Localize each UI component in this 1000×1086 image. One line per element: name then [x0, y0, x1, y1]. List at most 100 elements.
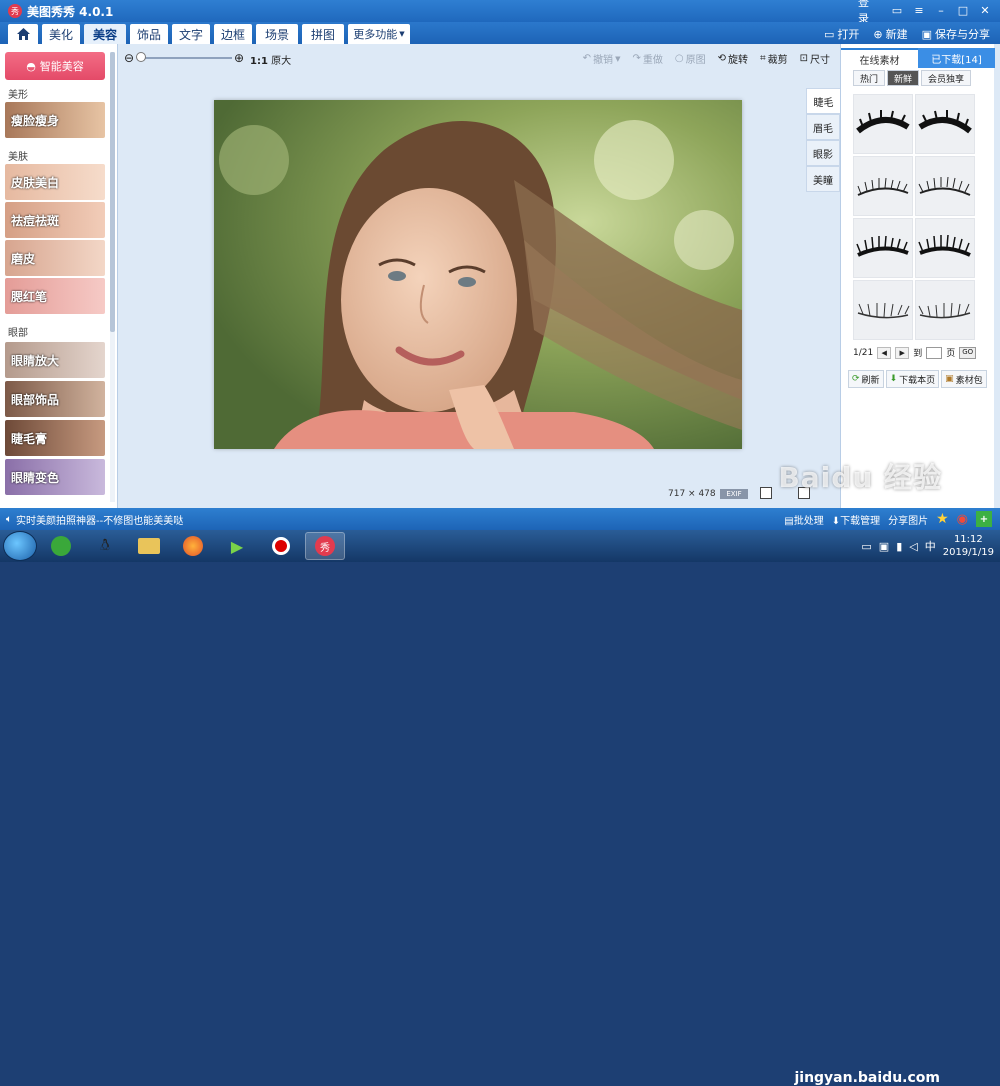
status-ad-link[interactable]: 实时美颜拍照神器--不修图也能美美哒 — [16, 512, 183, 527]
chip-hot[interactable]: 热门 — [853, 70, 886, 86]
vtab-eyeshadow[interactable]: 眼影 — [806, 140, 840, 166]
eyelash-item[interactable] — [853, 218, 913, 278]
eyelash-thumbnail — [857, 302, 910, 319]
download-page-button[interactable]: ⬇ 下载本页 — [885, 370, 940, 388]
taskbar-app-meitu-icon[interactable]: 秀 — [305, 532, 345, 560]
new-button[interactable]: ⊕ 新建 — [873, 26, 907, 42]
left-scroll-thumb[interactable] — [110, 52, 115, 332]
eyelash-item[interactable] — [915, 280, 975, 340]
undo-icon: ↶ — [582, 53, 592, 64]
message-icon[interactable]: ▭ — [888, 2, 906, 18]
input-method-icon[interactable]: ▣ — [879, 540, 889, 553]
material-pack-button[interactable]: ▣ 素材包 — [941, 370, 987, 388]
close-icon[interactable]: ✕ — [976, 2, 994, 18]
zoom-slider-track[interactable] — [140, 57, 232, 59]
star-icon[interactable]: ★ — [936, 511, 949, 527]
crop-button[interactable]: ⌗ 裁剪 — [760, 51, 788, 66]
taskbar-app-360-icon[interactable] — [41, 532, 81, 560]
go-button[interactable]: GO — [959, 346, 977, 359]
tab-beauty[interactable]: 美容 — [84, 24, 126, 44]
share-image-button[interactable]: 分享图片 — [888, 512, 928, 527]
refresh-button[interactable]: ⟳ 刷新 — [848, 370, 884, 388]
zoom-slider-knob[interactable] — [136, 52, 146, 62]
eyelash-thumbnail — [918, 234, 971, 257]
feature-mascara[interactable]: 睫毛膏 — [5, 420, 105, 456]
eyelash-item[interactable] — [915, 218, 975, 278]
rotate-button[interactable]: ⟲ 旋转 — [718, 51, 748, 66]
feature-eye-enlarge[interactable]: 眼睛放大 — [5, 342, 105, 378]
add-icon[interactable]: + — [976, 511, 992, 527]
restore-button[interactable]: ○ 原图 — [675, 51, 706, 66]
batch-icon: ▤ — [784, 515, 794, 527]
eyelash-thumbnail — [918, 302, 971, 319]
menu-icon[interactable]: ≡ — [910, 2, 928, 18]
minimize-icon[interactable]: – — [932, 2, 950, 18]
tab-text[interactable]: 文字 — [172, 24, 210, 44]
feature-eye-accessory[interactable]: 眼部饰品 — [5, 381, 105, 417]
editor-toolbar: ⊖ ⊕ 1:1 原大 ↶ 撤销 ▼ ↷ 重做 ○ 原图 ⟲ 旋转 ⌗ 裁剪 ⊡ 尺寸 — [118, 44, 838, 72]
feature-skin-whitening[interactable]: 皮肤美白 — [5, 164, 105, 200]
taskbar-app-recorder-icon[interactable] — [261, 532, 301, 560]
download-manager-button[interactable]: ⬇下载管理 — [832, 512, 880, 527]
home-tab[interactable] — [8, 24, 38, 44]
feature-slim-face[interactable]: 瘦脸瘦身 — [5, 102, 105, 138]
ime-icon[interactable]: 中 — [925, 538, 936, 554]
exif-button[interactable]: EXIF — [720, 489, 748, 499]
keyboard-icon[interactable]: ▭ — [861, 540, 871, 553]
taskbar-app-media-icon[interactable]: ▶ — [217, 532, 257, 560]
prev-page-button[interactable]: ◀ — [877, 346, 892, 359]
batch-process-button[interactable]: ▤批处理 — [784, 512, 823, 527]
left-scrollbar[interactable] — [110, 52, 115, 502]
feature-smooth-skin[interactable]: 磨皮 — [5, 240, 105, 276]
zoom-out-icon[interactable]: ⊖ — [124, 51, 134, 65]
page-number-input[interactable] — [926, 346, 943, 359]
compare-view-icon[interactable] — [760, 487, 772, 499]
zoom-in-icon[interactable]: ⊕ — [234, 51, 244, 65]
left-feature-panel: ◓ 智能美容 美形 瘦脸瘦身 美肤 皮肤美白 祛痘祛斑 磨皮 腮红笔 眼部 眼睛… — [0, 44, 118, 508]
tab-scene[interactable]: 场景 — [256, 24, 298, 44]
open-button[interactable]: ▭ 打开 — [824, 26, 859, 42]
tab-accessories[interactable]: 饰品 — [130, 24, 168, 44]
feature-eye-color[interactable]: 眼睛变色 — [5, 459, 105, 495]
eyelash-item[interactable] — [915, 94, 975, 154]
tab-collage[interactable]: 拼图 — [302, 24, 344, 44]
undo-button[interactable]: ↶ 撤销 ▼ — [583, 51, 621, 66]
size-button[interactable]: ⊡ 尺寸 — [800, 51, 830, 66]
network-icon[interactable]: ▮ — [896, 540, 902, 553]
taskbar-app-explorer-icon[interactable] — [129, 532, 169, 560]
tab-downloaded-material[interactable]: 已下载[14] — [918, 48, 995, 68]
tab-more-functions[interactable]: 更多功能 ▼ — [348, 24, 410, 44]
redo-button[interactable]: ↷ 重做 — [632, 51, 662, 66]
feature-blush-pen[interactable]: 腮红笔 — [5, 278, 105, 314]
photo-canvas[interactable] — [214, 100, 742, 449]
start-button[interactable] — [3, 531, 37, 561]
system-clock[interactable]: 11:12 2019/1/19 — [943, 533, 994, 559]
vtab-eyebrow[interactable]: 眉毛 — [806, 114, 840, 140]
tab-frame[interactable]: 边框 — [214, 24, 252, 44]
save-share-button[interactable]: ▣ 保存与分享 — [922, 26, 990, 42]
smart-beauty-button[interactable]: ◓ 智能美容 — [5, 52, 105, 80]
next-page-button[interactable]: ▶ — [895, 346, 910, 359]
chip-member-exclusive[interactable]: 会员独享 — [921, 70, 972, 86]
chip-fresh[interactable]: 新鲜 — [887, 70, 920, 86]
taskbar-app-qq-icon[interactable]: 🐧︎ — [85, 532, 125, 560]
refresh-icon: ⟳ — [852, 374, 860, 384]
login-link[interactable]: 登录 — [858, 0, 876, 25]
weibo-icon[interactable]: ◉ — [957, 512, 968, 527]
vtab-contact-lens[interactable]: 美瞳 — [806, 166, 840, 192]
eyelash-thumbnail — [918, 110, 972, 134]
tab-online-material[interactable]: 在线素材 — [841, 48, 918, 68]
material-panel: 在线素材 已下载[14] 热门 新鲜 会员独享 1/21 ◀ ▶ 到 页 GO — [840, 44, 995, 508]
volume-icon[interactable]: ◁ — [909, 540, 917, 553]
eyelash-item[interactable] — [915, 156, 975, 216]
tab-beautify[interactable]: 美化 — [42, 24, 80, 44]
zoom-ratio-button[interactable]: 1:1 原大 — [250, 52, 291, 67]
feature-acne-removal[interactable]: 祛痘祛斑 — [5, 202, 105, 238]
system-tray: ▭ ▣ ▮ ◁ 中 11:12 2019/1/19 — [861, 533, 994, 559]
eyelash-item[interactable] — [853, 94, 913, 154]
eyelash-item[interactable] — [853, 156, 913, 216]
eyelash-item[interactable] — [853, 280, 913, 340]
taskbar-app-firefox-icon[interactable] — [173, 532, 213, 560]
maximize-icon[interactable]: □ — [954, 2, 972, 18]
vtab-eyelash[interactable]: 睫毛 — [806, 88, 840, 114]
